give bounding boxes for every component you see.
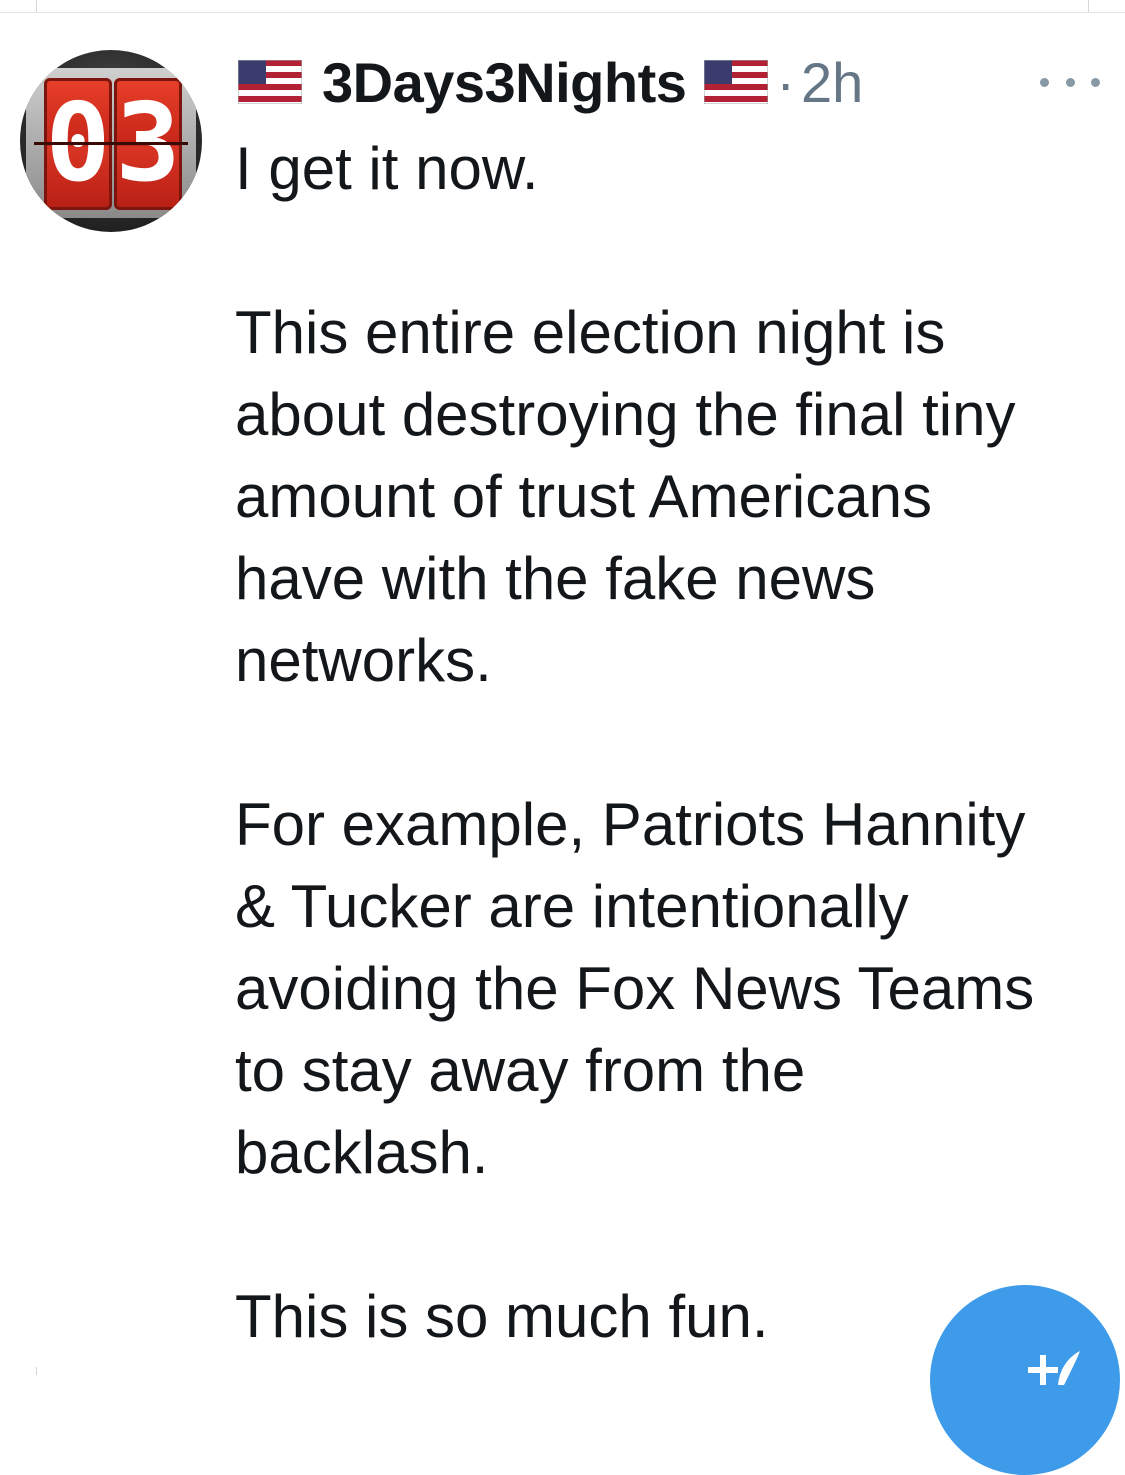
- post-paragraph: For example, Patriots Hannity & Tucker a…: [235, 791, 1035, 1186]
- us-flag-icon: [238, 60, 302, 104]
- top-divider: [0, 12, 1125, 13]
- compose-button[interactable]: [930, 1285, 1120, 1475]
- post-paragraph: This entire election night is about dest…: [235, 299, 1016, 694]
- display-name[interactable]: 3Days3Nights: [322, 50, 687, 115]
- us-flag-icon: [704, 60, 769, 104]
- compose-icon: [1028, 1351, 1080, 1385]
- frame-edge-bottom-left: [36, 1367, 37, 1375]
- timestamp-separator: ·: [776, 50, 796, 114]
- frame-edge-right: [1088, 0, 1089, 12]
- avatar[interactable]: 0 3: [20, 50, 202, 232]
- more-horizontal-icon[interactable]: [1040, 62, 1100, 102]
- frame-edge-left: [36, 0, 37, 12]
- more-dot: [1040, 77, 1049, 87]
- post-timestamp[interactable]: 2h: [801, 50, 863, 115]
- post-paragraph: I get it now.: [235, 135, 539, 202]
- more-dot: [1091, 77, 1100, 87]
- post-body: I get it now. This entire election night…: [235, 128, 1115, 1358]
- more-dot: [1065, 77, 1075, 87]
- post-header: 3Days3Nights · 2h: [238, 50, 863, 114]
- avatar-flip-slit: [34, 142, 188, 145]
